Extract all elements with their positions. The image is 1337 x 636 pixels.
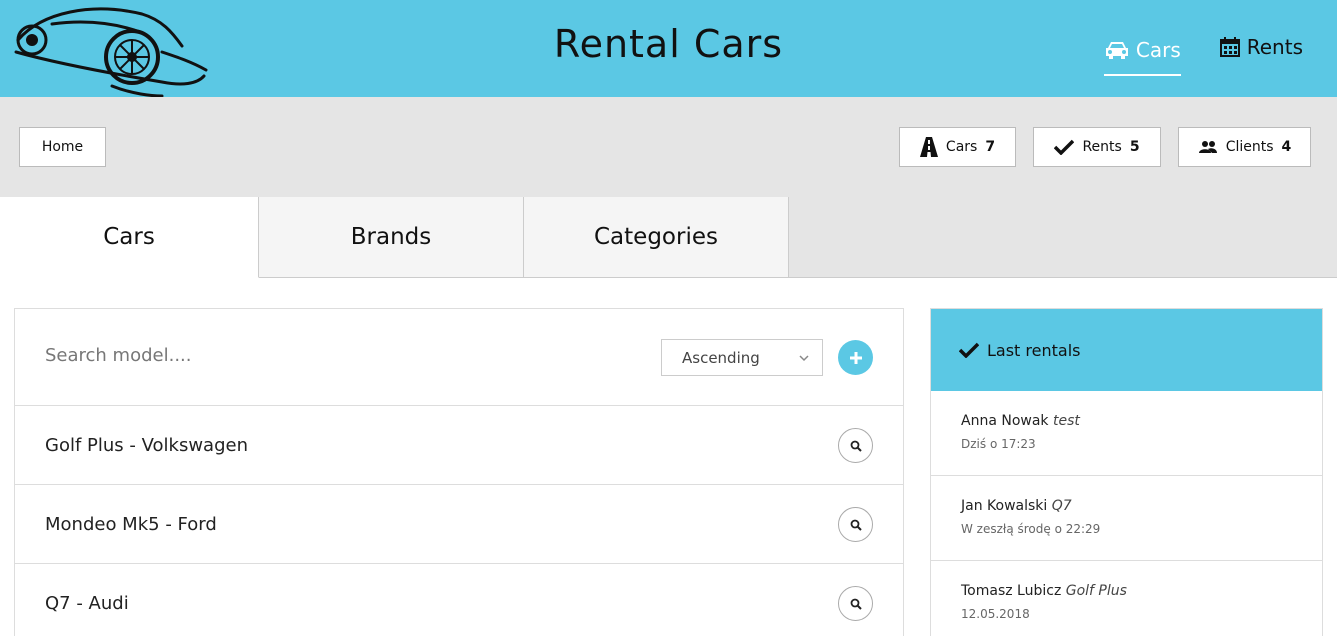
rental-model: Golf Plus bbox=[1065, 583, 1127, 599]
search-icon bbox=[850, 519, 862, 531]
rental-client: Tomasz Lubicz bbox=[961, 583, 1062, 599]
cars-count-button[interactable]: Cars 7 bbox=[899, 127, 1016, 167]
rental-time: 12.05.2018 bbox=[961, 607, 1030, 621]
top-nav: Cars Rents bbox=[1103, 30, 1303, 76]
home-button[interactable]: Home bbox=[19, 127, 106, 167]
users-icon bbox=[1198, 141, 1217, 153]
last-rentals-title: Last rentals bbox=[987, 340, 1081, 360]
tab-cars[interactable]: Cars bbox=[0, 197, 259, 278]
tab-categories[interactable]: Categories bbox=[524, 197, 789, 278]
cars-count-label: Cars bbox=[945, 139, 978, 155]
stats-bar: Home Cars 7 Rents 5 Clients 4 bbox=[0, 97, 1337, 197]
road-icon bbox=[919, 137, 938, 157]
rental-model: test bbox=[1052, 413, 1080, 429]
rental-item[interactable]: Tomasz Lubicz Golf Plus 12.05.2018 bbox=[931, 561, 1322, 636]
sort-select-value: Ascending bbox=[682, 348, 760, 367]
list-item[interactable]: Mondeo Mk5 - Ford bbox=[15, 485, 903, 564]
clients-count-button[interactable]: Clients 4 bbox=[1178, 127, 1311, 167]
list-item[interactable]: Golf Plus - Volkswagen bbox=[15, 406, 903, 485]
search-icon bbox=[850, 598, 862, 610]
rental-time: Dziś o 17:23 bbox=[961, 437, 1036, 451]
list-item-label: Q7 - Audi bbox=[45, 592, 129, 614]
search-input[interactable] bbox=[45, 345, 445, 366]
last-rentals-panel: Last rentals Anna Nowak test Dziś o 17:2… bbox=[930, 308, 1323, 636]
tab-brands[interactable]: Brands bbox=[259, 197, 524, 278]
tab-bar: Cars Brands Categories bbox=[0, 197, 1337, 278]
add-car-button[interactable] bbox=[838, 340, 873, 375]
clients-count-value: 4 bbox=[1281, 139, 1292, 155]
check-icon bbox=[959, 342, 979, 358]
rental-client: Anna Nowak bbox=[961, 413, 1049, 429]
car-icon bbox=[1105, 42, 1128, 59]
rental-who: Anna Nowak test bbox=[961, 413, 1322, 429]
rental-time: W zeszłą środę o 22:29 bbox=[961, 522, 1101, 536]
topnav-rents-label: Rents bbox=[1246, 35, 1303, 59]
chevron-down-icon bbox=[799, 355, 809, 362]
view-button[interactable] bbox=[838, 507, 873, 542]
rental-item[interactable]: Anna Nowak test Dziś o 17:23 bbox=[931, 391, 1322, 476]
topnav-rents[interactable]: Rents bbox=[1219, 30, 1303, 64]
list-toolbar: Ascending bbox=[15, 309, 903, 406]
cars-list-panel: Ascending Golf Plus - Volkswagen Mondeo … bbox=[14, 308, 904, 636]
list-item[interactable]: Q7 - Audi bbox=[15, 564, 903, 636]
rents-count-value: 5 bbox=[1129, 139, 1140, 155]
topnav-cars-label: Cars bbox=[1135, 38, 1181, 62]
clients-count-label: Clients bbox=[1225, 139, 1274, 155]
search-icon bbox=[850, 440, 862, 452]
view-button[interactable] bbox=[838, 428, 873, 463]
last-rentals-header: Last rentals bbox=[931, 309, 1322, 391]
view-button[interactable] bbox=[838, 586, 873, 621]
list-item-label: Golf Plus - Volkswagen bbox=[45, 434, 248, 456]
home-button-label: Home bbox=[41, 139, 84, 155]
rental-who: Tomasz Lubicz Golf Plus bbox=[961, 583, 1322, 599]
rental-model: Q7 bbox=[1051, 498, 1072, 514]
rental-item[interactable]: Jan Kowalski Q7 W zeszłą środę o 22:29 bbox=[931, 476, 1322, 561]
list-item-label: Mondeo Mk5 - Ford bbox=[45, 513, 217, 535]
rents-count-label: Rents bbox=[1082, 139, 1122, 155]
rents-count-button[interactable]: Rents 5 bbox=[1033, 127, 1161, 167]
header: Rental Cars Cars Rents bbox=[0, 0, 1337, 98]
check-icon bbox=[1054, 139, 1075, 155]
rental-client: Jan Kowalski bbox=[961, 498, 1048, 514]
rental-who: Jan Kowalski Q7 bbox=[961, 498, 1322, 514]
calendar-icon bbox=[1219, 37, 1240, 57]
plus-icon bbox=[849, 351, 862, 364]
topnav-cars[interactable]: Cars bbox=[1103, 30, 1181, 76]
sort-select[interactable]: Ascending bbox=[661, 339, 823, 376]
cars-count-value: 7 bbox=[985, 139, 996, 155]
